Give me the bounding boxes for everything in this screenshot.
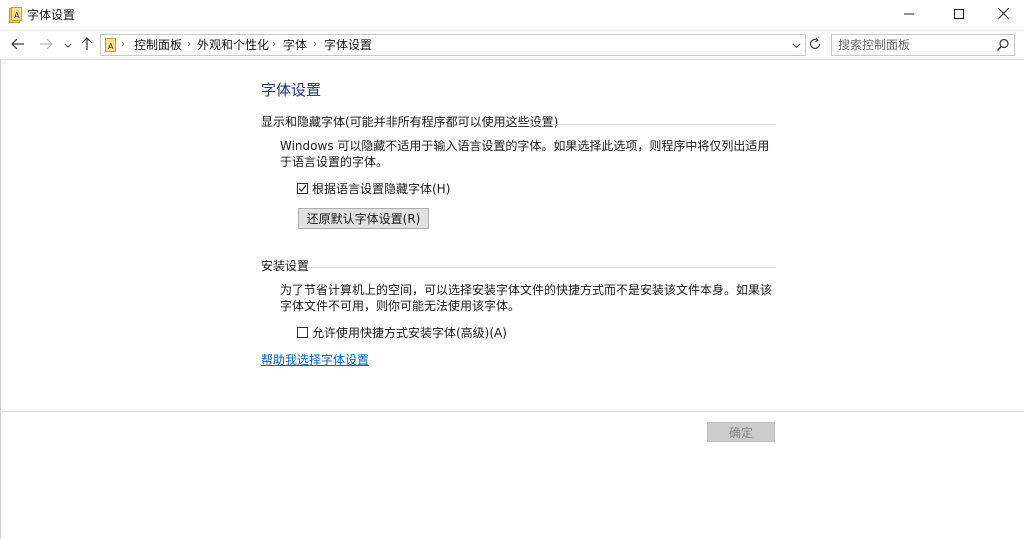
group-divider <box>308 267 776 268</box>
up-arrow-icon <box>81 36 93 54</box>
minimize-button[interactable] <box>886 0 932 30</box>
breadcrumb-control-panel[interactable]: 控制面板 <box>134 37 182 53</box>
display-group-heading: 显示和隐藏字体(可能并非所有程序都可以使用这些设置) <box>261 115 559 129</box>
hide-fonts-checkbox-row[interactable]: 根据语言设置隐藏字体(H) <box>297 180 450 196</box>
chevron-down-icon <box>792 38 801 52</box>
svg-text:A: A <box>14 11 20 20</box>
address-dropdown-button[interactable] <box>789 37 803 53</box>
install-group-description: 为了节省计算机上的空间，可以选择安装字体文件的快捷方式而不是安装该文件本身。如果… <box>280 283 773 313</box>
search-box[interactable] <box>831 34 1015 56</box>
shortcut-install-checkbox[interactable] <box>297 326 308 338</box>
help-choose-font-settings-link[interactable]: 帮助我选择字体设置 <box>261 352 369 368</box>
close-button[interactable] <box>980 0 1024 30</box>
shortcut-install-checkbox-label[interactable]: 允许使用快捷方式安装字体(高级)(A) <box>312 324 507 341</box>
navigation-bar: A › 控制面板 › 外观和个性化 › 字体 › 字体设置 <box>0 31 1024 60</box>
breadcrumb-separator: › <box>187 39 191 50</box>
minimize-icon <box>904 8 914 22</box>
control-panel-font-icon: A <box>104 37 118 53</box>
title-bar: A 字体设置 <box>0 0 1024 31</box>
hide-fonts-checkbox[interactable] <box>297 182 308 194</box>
maximize-button[interactable] <box>936 0 982 30</box>
forward-arrow-icon <box>39 38 53 53</box>
breadcrumb-separator: › <box>121 39 125 50</box>
restore-default-font-settings-button[interactable]: 还原默认字体设置(R) <box>298 208 429 229</box>
display-group-description: Windows 可以隐藏不适用于输入语言设置的字体。如果选择此选项，则程序中将仅… <box>280 139 770 169</box>
refresh-icon <box>808 37 822 54</box>
up-button[interactable] <box>79 36 95 54</box>
folder-font-icon: A <box>9 7 22 23</box>
breadcrumb-fonts[interactable]: 字体 <box>283 37 307 53</box>
address-bar[interactable]: A › 控制面板 › 外观和个性化 › 字体 › 字体设置 <box>100 34 806 56</box>
chevron-down-icon <box>64 38 72 52</box>
hide-fonts-checkbox-label[interactable]: 根据语言设置隐藏字体(H) <box>312 180 450 197</box>
svg-text:A: A <box>108 42 114 51</box>
back-arrow-icon <box>11 38 25 53</box>
breadcrumb-appearance[interactable]: 外观和个性化 <box>197 37 269 53</box>
page-title: 字体设置 <box>261 81 322 99</box>
window-title: 字体设置 <box>27 8 76 22</box>
search-input[interactable] <box>838 37 988 53</box>
recent-locations-button[interactable] <box>62 36 74 54</box>
footer-divider <box>0 411 1024 412</box>
group-divider <box>530 124 776 125</box>
breadcrumb-separator: › <box>272 39 276 50</box>
breadcrumb-separator: › <box>313 39 317 50</box>
breadcrumb-font-settings[interactable]: 字体设置 <box>324 37 372 53</box>
search-icon[interactable] <box>996 38 1010 52</box>
shortcut-install-checkbox-row[interactable]: 允许使用快捷方式安装字体(高级)(A) <box>297 324 507 340</box>
refresh-button[interactable] <box>806 36 824 54</box>
maximize-icon <box>954 8 964 22</box>
window-left-border <box>0 59 1 539</box>
ok-button[interactable]: 确定 <box>707 422 775 442</box>
back-button[interactable] <box>10 36 26 54</box>
install-group-heading: 安装设置 <box>261 259 310 273</box>
forward-button[interactable] <box>38 36 54 54</box>
close-icon <box>997 7 1009 22</box>
